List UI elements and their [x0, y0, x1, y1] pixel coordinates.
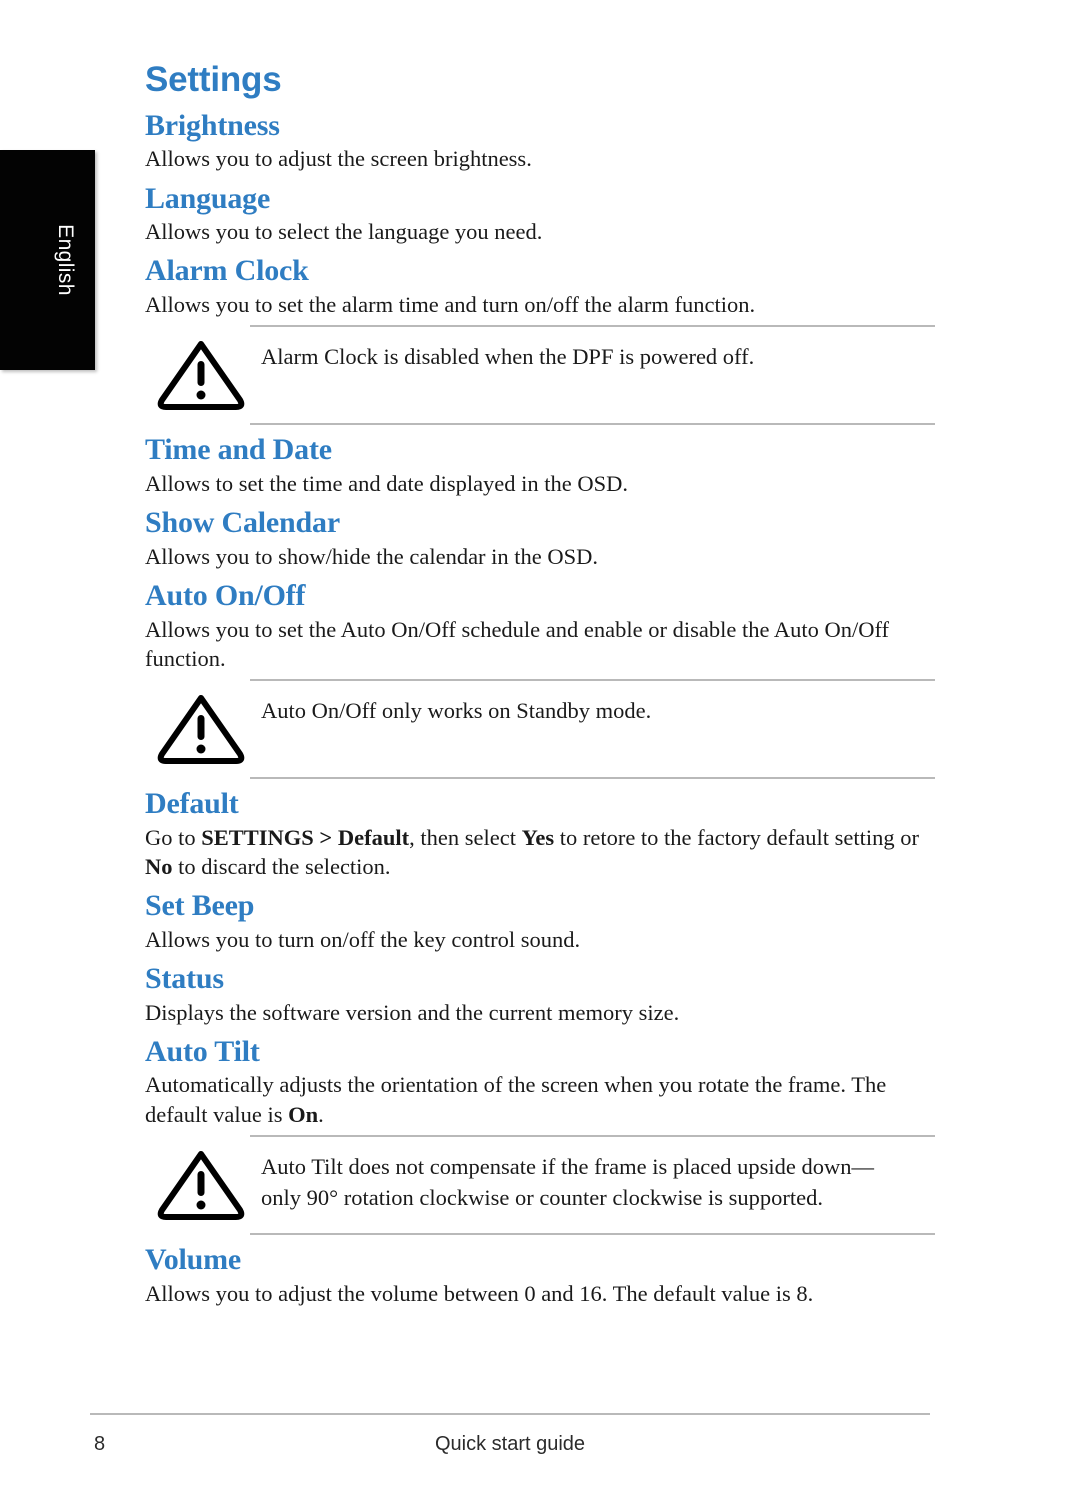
section-heading-volume: Volume: [145, 1242, 242, 1276]
plain-text: , then select: [409, 824, 522, 850]
section-heading-set-beep: Set Beep: [145, 889, 255, 923]
plain-text: Automatically adjusts the orientation of…: [145, 1072, 887, 1127]
section-body-language: Allows you to select the language you ne…: [145, 219, 543, 245]
warning-triangle-icon: [155, 691, 247, 767]
section-heading-show-calendar: Show Calendar: [145, 506, 340, 540]
plain-text: to retore to the factory default setting…: [554, 824, 919, 850]
document-page: English Settings Brightness Allows you t…: [0, 0, 1080, 1487]
section-heading-time-and-date: Time and Date: [145, 433, 332, 467]
emphasis-text: SETTINGS > Default: [201, 824, 410, 850]
emphasis-text: No: [145, 853, 173, 879]
section-body-show-calendar: Allows you to show/hide the calendar in …: [145, 543, 599, 569]
note-text-alarm-clock: Alarm Clock is disabled when the DPF is …: [261, 344, 755, 370]
note-block-alarm-clock: Alarm Clock is disabled when the DPF is …: [145, 325, 935, 426]
section-heading-default: Default: [145, 787, 239, 821]
section-body-volume: Allows you to adjust the volume between …: [145, 1280, 814, 1306]
page-content: Settings Brightness Allows you to adjust…: [145, 60, 935, 1310]
note-divider-top: [250, 1134, 935, 1137]
section-body-auto-on-off: Allows you to set the Auto On/Off schedu…: [145, 616, 890, 671]
section-heading-language: Language: [145, 181, 271, 215]
note-divider-bottom: [250, 423, 935, 426]
plain-text: to discard the selection.: [172, 853, 391, 879]
warning-triangle-icon: [155, 337, 247, 413]
note-divider-top: [250, 325, 935, 328]
plain-text: .: [318, 1101, 324, 1127]
section-body-default: Go to SETTINGS > Default, then select Ye…: [145, 823, 935, 882]
note-block-auto-tilt: Auto Tilt does not compensate if the fra…: [145, 1134, 935, 1235]
emphasis-text: Yes: [521, 824, 555, 850]
note-text-auto-tilt: Auto Tilt does not compensate if the fra…: [261, 1153, 875, 1210]
note-divider-bottom: [250, 777, 935, 780]
section-heading-alarm-clock: Alarm Clock: [145, 254, 309, 288]
section-body-auto-tilt: Automatically adjusts the orientation of…: [145, 1070, 935, 1129]
section-heading-auto-tilt: Auto Tilt: [145, 1034, 260, 1068]
note-text-auto-on-off: Auto On/Off only works on Standby mode.: [261, 698, 652, 724]
note-block-auto-on-off: Auto On/Off only works on Standby mode.: [145, 679, 935, 780]
section-heading-brightness: Brightness: [145, 108, 280, 142]
section-heading-status: Status: [145, 962, 224, 995]
section-heading-auto-on-off: Auto On/Off: [145, 578, 306, 612]
emphasis-text: On: [288, 1101, 319, 1127]
page-footer: 8 Quick start guide: [90, 1425, 930, 1465]
section-body-alarm-clock: Allows you to set the alarm time and tur…: [145, 292, 756, 318]
footer-label: Quick start guide: [434, 1433, 586, 1455]
section-body-status: Displays the software version and the cu…: [145, 999, 680, 1025]
page-title: Settings: [145, 60, 282, 99]
language-tab-label: English: [54, 224, 78, 296]
note-divider-bottom: [250, 1232, 935, 1235]
language-tab: English: [0, 150, 95, 370]
section-body-set-beep: Allows you to turn on/off the key contro…: [145, 926, 581, 952]
footer-divider: [90, 1413, 930, 1415]
warning-triangle-icon: [155, 1147, 247, 1223]
note-divider-top: [250, 679, 935, 682]
section-body-brightness: Allows you to adjust the screen brightne…: [145, 146, 532, 172]
section-body-time-and-date: Allows to set the time and date displaye…: [145, 470, 629, 496]
plain-text: Go to: [145, 824, 202, 850]
